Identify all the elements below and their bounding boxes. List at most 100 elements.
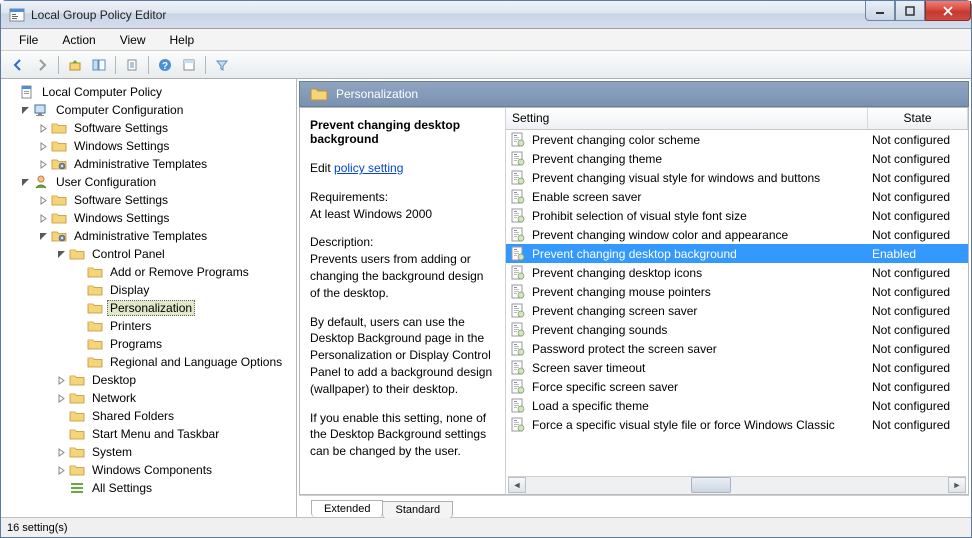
folder-icon [310, 86, 328, 102]
tree-item-cp_disp[interactable]: Display [1, 281, 296, 299]
expand-icon[interactable] [37, 158, 49, 170]
status-text: 16 setting(s) [7, 522, 68, 534]
filter-button[interactable] [211, 54, 233, 76]
expand-icon[interactable] [37, 212, 49, 224]
tree-item-cp_prog[interactable]: Programs [1, 335, 296, 353]
setting-row[interactable]: Prevent changing visual style for window… [506, 168, 968, 187]
expand-icon[interactable] [37, 194, 49, 206]
folder-icon [69, 426, 85, 442]
setting-name: Prevent changing desktop background [532, 247, 872, 261]
help-button[interactable]: ? [154, 54, 176, 76]
setting-row[interactable]: Screen saver timeoutNot configured [506, 358, 968, 377]
tree-label: Display [107, 282, 152, 298]
description-p2: By default, users can use the Desktop Ba… [310, 314, 495, 398]
tree-item-cp_pers[interactable]: Personalization [1, 299, 296, 317]
menu-file[interactable]: File [9, 30, 48, 50]
tree-item-network[interactable]: Network [1, 389, 296, 407]
main-content: Local Computer PolicyComputer Configurat… [1, 79, 971, 517]
expand-icon[interactable] [37, 140, 49, 152]
close-button[interactable] [925, 1, 971, 21]
tree-item-uc[interactable]: User Configuration [1, 173, 296, 191]
menu-action[interactable]: Action [52, 30, 105, 50]
content-header-title: Personalization [336, 87, 418, 101]
expand-icon[interactable] [55, 374, 67, 386]
tree-item-cp_reg[interactable]: Regional and Language Options [1, 353, 296, 371]
setting-state: Not configured [872, 399, 968, 413]
policy-icon [510, 360, 526, 376]
tree-item-uc_win[interactable]: Windows Settings [1, 209, 296, 227]
tree-item-cp[interactable]: Control Panel [1, 245, 296, 263]
tree-item-desktop[interactable]: Desktop [1, 371, 296, 389]
collapse-icon[interactable] [19, 104, 31, 116]
tree-item-root[interactable]: Local Computer Policy [1, 83, 296, 101]
expand-icon[interactable] [55, 446, 67, 458]
tree-item-cc_win[interactable]: Windows Settings [1, 137, 296, 155]
collapse-icon[interactable] [37, 230, 49, 242]
setting-row[interactable]: Enable screen saverNot configured [506, 187, 968, 206]
setting-row[interactable]: Load a specific themeNot configured [506, 396, 968, 415]
tree-label: Local Computer Policy [39, 84, 165, 100]
setting-row[interactable]: Prevent changing desktop backgroundEnabl… [506, 244, 968, 263]
setting-row[interactable]: Force a specific visual style file or fo… [506, 415, 968, 434]
show-hide-tree-button[interactable] [88, 54, 110, 76]
tree-item-uc_admin[interactable]: Administrative Templates [1, 227, 296, 245]
setting-row[interactable]: Prevent changing soundsNot configured [506, 320, 968, 339]
tree-item-start[interactable]: Start Menu and Taskbar [1, 425, 296, 443]
column-setting[interactable]: Setting [506, 108, 868, 129]
setting-name: Prevent changing window color and appear… [532, 228, 872, 242]
setting-row[interactable]: Prevent changing screen saverNot configu… [506, 301, 968, 320]
setting-row[interactable]: Prevent changing color schemeNot configu… [506, 130, 968, 149]
export-button[interactable] [121, 54, 143, 76]
setting-name: Prevent changing visual style for window… [532, 171, 872, 185]
tab-extended[interactable]: Extended [311, 500, 383, 517]
column-state[interactable]: State [868, 108, 968, 129]
tree-item-cc_sw[interactable]: Software Settings [1, 119, 296, 137]
maximize-button[interactable] [895, 1, 925, 21]
setting-name: Prohibit selection of visual style font … [532, 209, 872, 223]
tab-standard[interactable]: Standard [382, 501, 453, 518]
setting-row[interactable]: Prevent changing themeNot configured [506, 149, 968, 168]
up-level-button[interactable] [64, 54, 86, 76]
tree-item-cp_add[interactable]: Add or Remove Programs [1, 263, 296, 281]
tree-item-cp_print[interactable]: Printers [1, 317, 296, 335]
selected-policy-title: Prevent changing desktop background [310, 118, 495, 146]
setting-row[interactable]: Prevent changing desktop iconsNot config… [506, 263, 968, 282]
folder-icon [51, 120, 67, 136]
setting-row[interactable]: Prevent changing mouse pointersNot confi… [506, 282, 968, 301]
menu-help[interactable]: Help [160, 30, 205, 50]
minimize-button[interactable] [865, 1, 895, 21]
setting-row[interactable]: Prevent changing window color and appear… [506, 225, 968, 244]
scroll-right-button[interactable]: ► [948, 477, 966, 493]
tree-item-shared[interactable]: Shared Folders [1, 407, 296, 425]
setting-row[interactable]: Prohibit selection of visual style font … [506, 206, 968, 225]
tree-pane[interactable]: Local Computer PolicyComputer Configurat… [1, 79, 297, 517]
tree-item-cc[interactable]: Computer Configuration [1, 101, 296, 119]
tree-item-wincomp[interactable]: Windows Components [1, 461, 296, 479]
tree-label: Printers [107, 318, 154, 334]
menu-view[interactable]: View [110, 30, 156, 50]
collapse-icon[interactable] [19, 176, 31, 188]
expand-icon[interactable] [55, 464, 67, 476]
forward-button[interactable] [31, 54, 53, 76]
folder-icon [69, 372, 85, 388]
properties-button[interactable] [178, 54, 200, 76]
tree-item-system[interactable]: System [1, 443, 296, 461]
edit-policy-link[interactable]: policy setting [334, 161, 403, 175]
collapse-icon[interactable] [55, 248, 67, 260]
list-body[interactable]: Prevent changing color schemeNot configu… [506, 130, 968, 474]
policy-icon [510, 227, 526, 243]
scroll-left-button[interactable]: ◄ [508, 477, 526, 493]
setting-row[interactable]: Password protect the screen saverNot con… [506, 339, 968, 358]
tree-item-allset[interactable]: All Settings [1, 479, 296, 497]
expand-icon[interactable] [55, 392, 67, 404]
setting-row[interactable]: Force specific screen saverNot configure… [506, 377, 968, 396]
expand-icon[interactable] [37, 122, 49, 134]
folder-icon [33, 174, 49, 190]
horizontal-scrollbar[interactable]: ◄ ► [508, 476, 966, 494]
scroll-thumb[interactable] [691, 477, 731, 493]
tree-item-uc_sw[interactable]: Software Settings [1, 191, 296, 209]
toolbar: ? [1, 51, 971, 79]
tree-item-cc_admin[interactable]: Administrative Templates [1, 155, 296, 173]
setting-state: Not configured [872, 285, 968, 299]
back-button[interactable] [7, 54, 29, 76]
